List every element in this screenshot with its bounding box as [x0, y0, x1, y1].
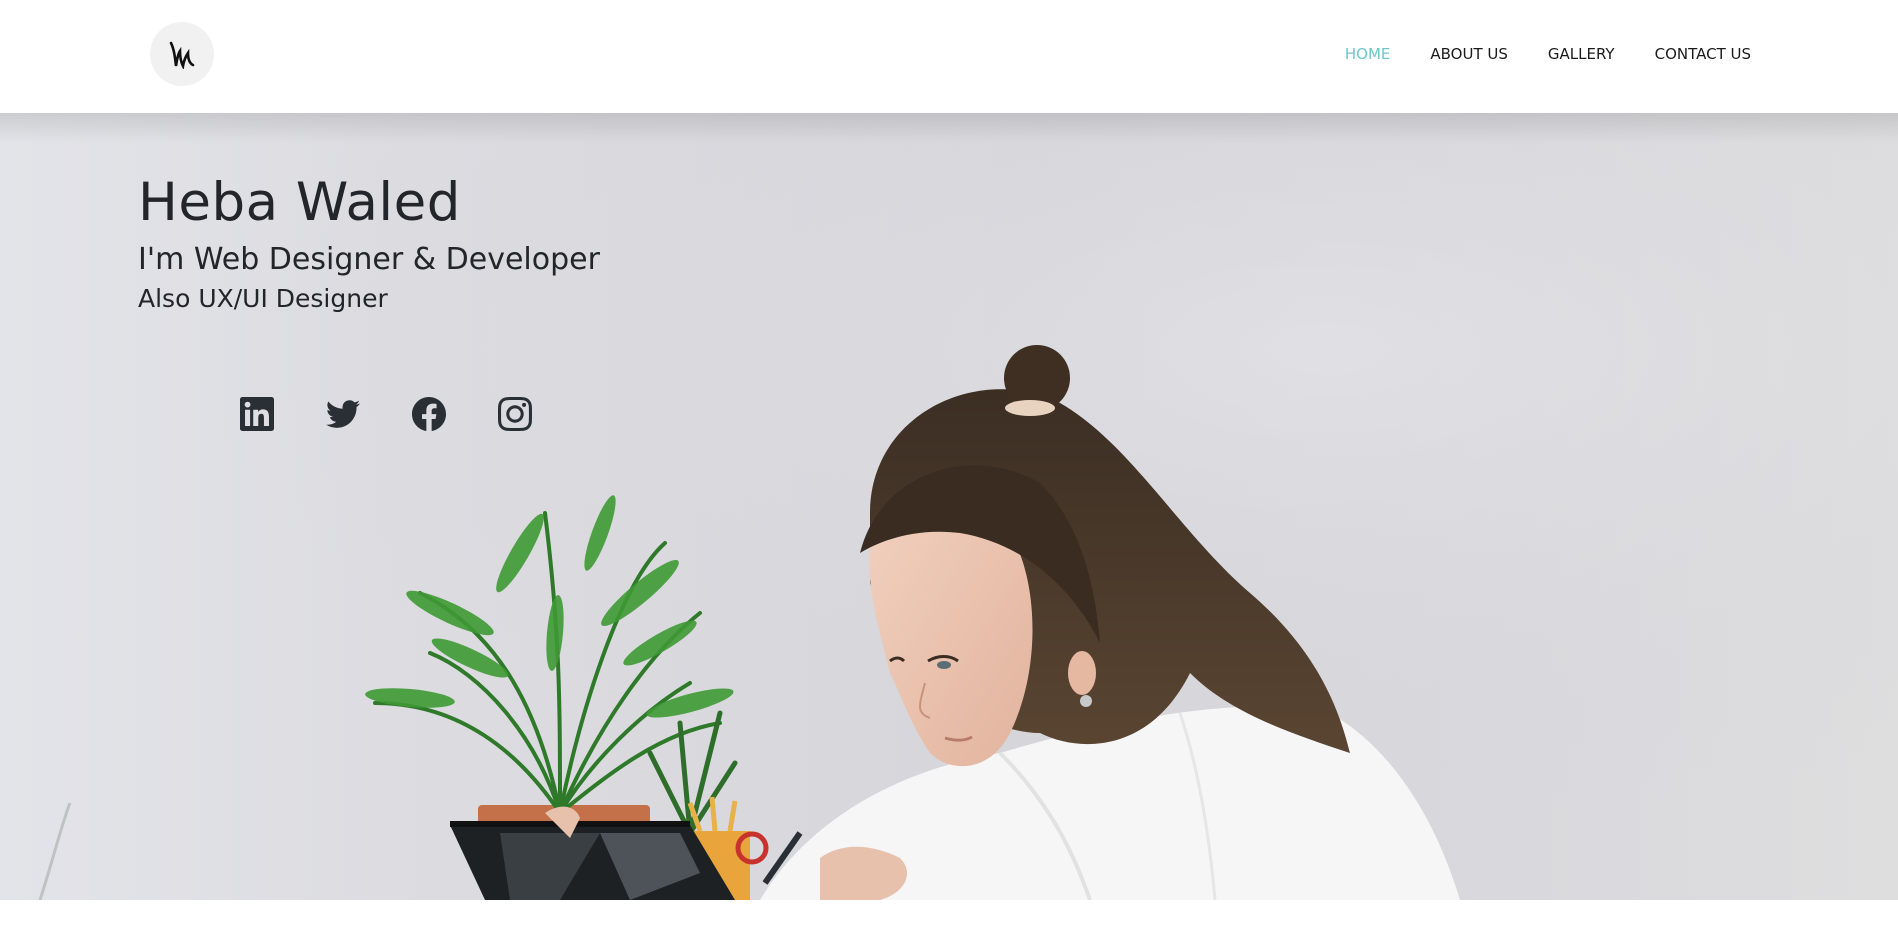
facebook-icon — [412, 397, 446, 431]
hero-secondary-role-text: Also UX/UI Designer — [138, 284, 388, 313]
nav-gallery-link[interactable]: GALLERY — [1548, 45, 1615, 63]
instagram-icon — [498, 397, 532, 431]
laptop-illustration — [450, 821, 735, 900]
hero-name-heading: Heba Waled — [138, 172, 461, 233]
linkedin-link[interactable] — [240, 397, 274, 431]
twitter-link[interactable] — [326, 397, 360, 431]
linkedin-icon — [240, 397, 274, 431]
hero-section: Heba Waled I'm Web Designer & Developer … — [0, 113, 1898, 900]
nav-about-link[interactable]: ABOUT US — [1430, 45, 1508, 63]
nav-contact-link[interactable]: CONTACT US — [1655, 45, 1751, 63]
social-links — [240, 397, 532, 431]
site-logo[interactable] — [150, 22, 214, 86]
site-header: HOME ABOUT US GALLERY CONTACT US — [0, 0, 1898, 113]
hero-text-block: Heba Waled I'm Web Designer & Developer … — [138, 173, 600, 315]
instagram-link[interactable] — [498, 397, 532, 431]
nav-home-link[interactable]: HOME — [1345, 45, 1391, 63]
brush-stroke-w-logo-icon — [169, 41, 195, 69]
hero-role-text: I'm Web Designer & Developer — [138, 242, 600, 277]
twitter-icon — [326, 400, 360, 428]
facebook-link[interactable] — [412, 397, 446, 431]
main-nav: HOME ABOUT US GALLERY CONTACT US — [1345, 45, 1751, 64]
